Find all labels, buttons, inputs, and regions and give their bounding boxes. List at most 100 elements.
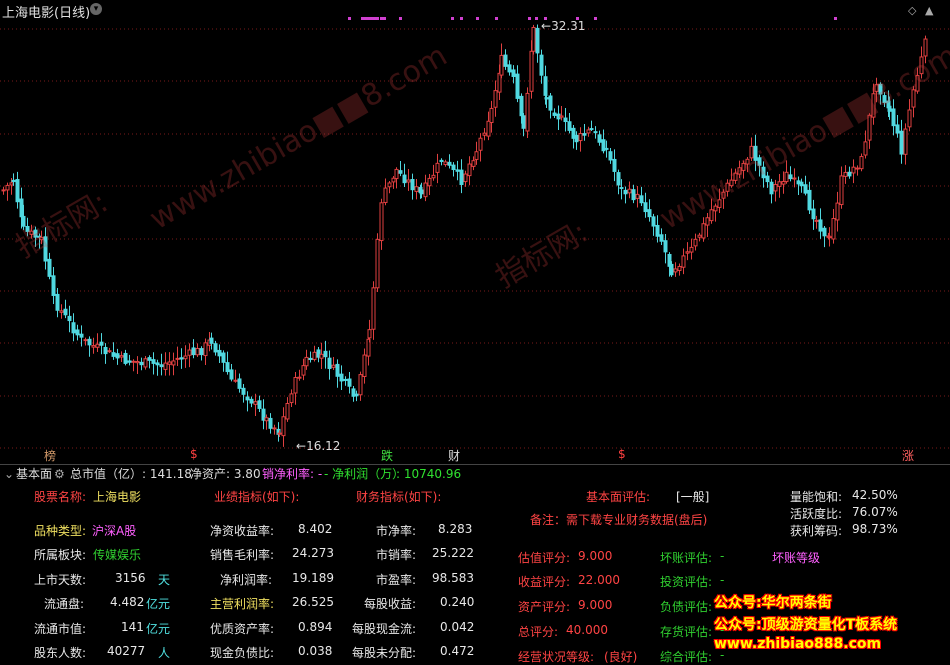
candle	[693, 233, 698, 251]
kline-chart[interactable]: 上海电影(日线) ▾ ◇ ▲ ←32.31 ←16.12 榜 $ 跌 财 $ 涨…	[0, 0, 950, 463]
candle	[749, 137, 754, 162]
candle	[179, 348, 184, 369]
candle	[1, 186, 6, 195]
candle	[891, 99, 896, 136]
candle	[268, 413, 273, 434]
diamond-icon[interactable]: ◇	[908, 4, 916, 17]
candle	[163, 352, 168, 376]
candle	[285, 397, 290, 422]
candle	[319, 342, 324, 369]
float-unit: 亿元	[146, 597, 171, 611]
candle	[859, 153, 864, 172]
signal-dot	[380, 17, 383, 20]
roe-value: 8.402	[298, 522, 333, 536]
candle	[29, 224, 34, 239]
candle	[335, 359, 340, 388]
gear-icon[interactable]: ⚙	[54, 465, 65, 483]
candle	[358, 371, 363, 401]
chevron-down-icon[interactable]: ▾	[90, 3, 102, 15]
candle	[199, 346, 204, 361]
op-grade-label: 经营状况等级:	[518, 650, 595, 664]
candle	[195, 343, 200, 357]
candle	[745, 157, 750, 173]
chevron-down-icon[interactable]: ⌄	[4, 465, 14, 483]
candle	[525, 87, 530, 139]
sector-value: 传媒娱乐	[93, 548, 142, 562]
candle	[257, 395, 262, 413]
promo-line-2: 公众号:顶级游资量化T板系统	[714, 617, 898, 633]
candle	[552, 108, 557, 119]
signal-dot	[361, 17, 364, 20]
candle	[753, 134, 758, 172]
candle	[827, 227, 832, 247]
low-price-label: ←16.12	[296, 439, 341, 453]
candle	[51, 267, 56, 304]
eps-label: 每股收益:	[364, 597, 417, 611]
signal-dot	[376, 17, 379, 20]
signal-dot	[451, 17, 454, 20]
up-arrow-icon[interactable]: ▲	[925, 4, 933, 17]
candle	[903, 123, 908, 165]
asset-score: 9.000	[578, 598, 613, 612]
candle	[281, 407, 286, 447]
candle	[455, 160, 460, 181]
candle	[835, 191, 840, 232]
candle	[647, 199, 652, 222]
days-unit: 天	[158, 573, 171, 587]
candle	[685, 242, 690, 261]
candle	[531, 24, 536, 55]
signal-dot	[495, 17, 498, 20]
marker-dollar-2: $	[618, 447, 626, 461]
gross-value: 24.273	[292, 546, 334, 560]
perf-header: 业绩指标(如下):	[214, 490, 300, 504]
candle	[293, 372, 298, 405]
roa-label: 优质资产率:	[210, 622, 275, 636]
candle	[911, 86, 916, 118]
candle	[539, 49, 544, 84]
candle	[851, 159, 856, 184]
candle	[91, 337, 96, 354]
candle	[803, 175, 808, 196]
candle	[847, 166, 852, 179]
undist-label: 每股未分配:	[352, 646, 417, 660]
candle	[253, 393, 258, 417]
candle	[705, 213, 710, 237]
signal-dot	[535, 17, 538, 20]
candle	[548, 93, 553, 119]
float-mcap-unit: 亿元	[146, 622, 171, 636]
candle	[761, 161, 766, 188]
candle	[839, 166, 844, 209]
net-label: 净利润率:	[220, 573, 273, 587]
overall-label: 综合评估:	[660, 650, 713, 664]
candle	[639, 186, 644, 207]
candle	[608, 148, 613, 164]
info-prefix: 基本面	[16, 467, 53, 481]
candle	[689, 238, 694, 260]
candle	[327, 350, 332, 380]
signal-dot	[460, 17, 463, 20]
vol-sat-label: 量能饱和:	[790, 490, 843, 504]
candle	[375, 233, 380, 293]
candle	[507, 60, 512, 76]
main-label: 主营利润率:	[210, 597, 275, 611]
candle	[792, 168, 797, 188]
candle	[831, 209, 836, 244]
invest-label: 投资评估:	[660, 575, 713, 589]
candlestick-plot[interactable]	[0, 0, 950, 463]
candle	[589, 120, 594, 132]
candle	[556, 105, 561, 131]
cash-debt-label: 现金负债比:	[210, 646, 275, 660]
candle	[217, 344, 222, 363]
eps-value: 0.240	[440, 595, 475, 609]
candle	[655, 215, 660, 243]
marker-cai: 财	[448, 449, 461, 463]
candle	[612, 149, 617, 182]
candle	[673, 262, 678, 277]
candle	[59, 304, 64, 319]
stock-label: 存货评估:	[660, 625, 713, 639]
profit-chips-label: 获利筹码:	[790, 524, 843, 538]
candle	[47, 252, 52, 280]
candle	[463, 170, 468, 187]
candle	[757, 154, 762, 177]
candle	[651, 213, 656, 236]
